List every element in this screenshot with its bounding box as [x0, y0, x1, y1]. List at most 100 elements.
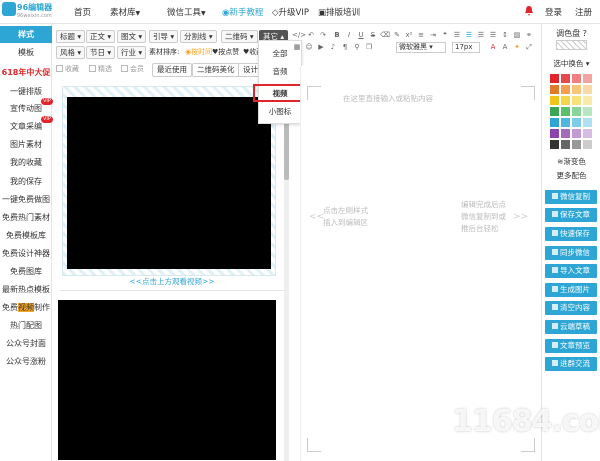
color-swatch[interactable]: [550, 96, 559, 105]
filter-title[interactable]: 标题 ▾: [56, 30, 86, 43]
copy-icon[interactable]: ❐: [364, 42, 374, 52]
video-icon[interactable]: ▶: [316, 42, 326, 52]
sidebar-item-free-video[interactable]: 免费视频制作: [0, 299, 52, 316]
nav-vip[interactable]: ◇升级VIP: [272, 6, 309, 18]
eraser-icon[interactable]: ⌫: [380, 30, 390, 40]
link-icon[interactable]: ⚭: [524, 30, 534, 40]
sort-by-likes[interactable]: ♥按点赞: [212, 46, 239, 59]
color-swatch[interactable]: [550, 74, 559, 83]
format-brush-icon[interactable]: ✎: [392, 30, 402, 40]
sidebar-item-cover[interactable]: 公众号封面: [0, 335, 52, 352]
magic-icon[interactable]: ✦: [512, 42, 522, 52]
nav-material[interactable]: 素材库▼: [110, 6, 140, 18]
bell-icon[interactable]: [524, 5, 534, 17]
recent-used-button[interactable]: 最近使用: [152, 63, 192, 77]
filter-body[interactable]: 正文 ▾: [86, 30, 116, 43]
color-swatch[interactable]: [561, 118, 570, 127]
gradient-toggle[interactable]: ≋渐变色: [542, 156, 600, 167]
nav-home[interactable]: 首页: [74, 6, 91, 18]
join-group-button[interactable]: 进群交流: [545, 357, 597, 371]
emoji-icon[interactable]: ☺: [304, 42, 314, 52]
video-player[interactable]: [67, 97, 271, 269]
color-swatch[interactable]: [572, 107, 581, 116]
redo-icon[interactable]: ↷: [318, 30, 328, 40]
article-preview-button[interactable]: 文章预览: [545, 339, 597, 353]
filter-style[interactable]: 风格 ▾: [56, 46, 86, 59]
more-colors-link[interactable]: 更多配色: [542, 170, 600, 181]
align-left-icon[interactable]: ☰: [452, 30, 462, 40]
qrcode-beautify-button[interactable]: 二维码美化: [192, 63, 240, 77]
color-swatch[interactable]: [572, 74, 581, 83]
underline-icon[interactable]: U: [356, 30, 366, 40]
quote-icon[interactable]: ❝: [440, 30, 450, 40]
color-swatch[interactable]: [561, 129, 570, 138]
align-right-icon[interactable]: ☰: [476, 30, 486, 40]
sidebar-item-article[interactable]: 文章采编 VIP: [0, 116, 53, 135]
color-swatch[interactable]: [550, 107, 559, 116]
login-link[interactable]: 登录: [545, 6, 562, 18]
sidebar-item-promo-gif[interactable]: 宣传动图 VIP: [0, 98, 53, 117]
nav-wechat-tools[interactable]: 微信工具▼: [167, 6, 206, 18]
superscript-icon[interactable]: x²: [404, 30, 414, 40]
sidebar-item-images[interactable]: 图片素材: [0, 136, 52, 153]
video-card[interactable]: [62, 86, 276, 276]
color-preview[interactable]: [556, 40, 587, 50]
sidebar-item-free-hot[interactable]: 免费热门素材: [0, 209, 52, 226]
color-swatch[interactable]: [550, 129, 559, 138]
filter-qrcode[interactable]: 二维码 ▾: [221, 30, 258, 43]
fullscreen-icon[interactable]: ⤢: [524, 42, 534, 52]
import-article-button[interactable]: 导入文章: [545, 264, 597, 278]
color-swatch[interactable]: [561, 107, 570, 116]
help-icon[interactable]: ?: [583, 29, 587, 38]
logo[interactable]: 96编辑器 96weixin.com: [2, 2, 52, 22]
generate-image-button[interactable]: 生成图片: [545, 283, 597, 297]
sidebar-item-latest-hot[interactable]: 最新热点模板: [0, 281, 52, 298]
check-member[interactable]: 会员: [121, 63, 144, 76]
bold-icon[interactable]: B: [332, 30, 342, 40]
sidebar-item-followers[interactable]: 公众号涨粉: [0, 353, 52, 370]
color-swatch[interactable]: [572, 129, 581, 138]
paragraph-icon[interactable]: ¶: [340, 42, 350, 52]
sidebar-item-free-template[interactable]: 免费模板库: [0, 227, 52, 244]
sidebar-item-saved[interactable]: 我的保存: [0, 173, 52, 190]
color-swatch[interactable]: [583, 74, 592, 83]
sync-wechat-button[interactable]: 同步微信: [545, 246, 597, 260]
nav-training[interactable]: ▣排版培训: [318, 6, 360, 18]
list-icon[interactable]: ≡: [416, 30, 426, 40]
check-favorites[interactable]: 收藏: [56, 63, 79, 76]
filter-industry[interactable]: 行业 ▾: [117, 46, 147, 59]
color-swatch[interactable]: [572, 118, 581, 127]
color-swatch[interactable]: [583, 129, 592, 138]
quick-save-button[interactable]: 快速保存: [545, 227, 597, 241]
filter-holiday[interactable]: 节日 ▾: [86, 46, 116, 59]
table-icon[interactable]: ▦: [292, 42, 302, 52]
dropdown-item-audio[interactable]: 音频: [259, 65, 301, 79]
font-family-select[interactable]: 微软雅黑 ▾: [396, 42, 446, 53]
color-swatch[interactable]: [583, 118, 592, 127]
color-swatch[interactable]: [583, 107, 592, 116]
cloud-draft-button[interactable]: 云端草稿: [545, 320, 597, 334]
dropdown-item-small-icon[interactable]: 小图标: [259, 105, 301, 119]
clear-content-button[interactable]: 清空内容: [545, 301, 597, 315]
sidebar-item-free-image[interactable]: 一键免费做图: [0, 191, 52, 208]
sidebar-item-free-gallery[interactable]: 免费图库: [0, 263, 52, 280]
font-color-icon[interactable]: A: [488, 42, 498, 52]
nav-tutorial[interactable]: ◉新手教程: [222, 6, 263, 18]
sidebar-item-free-design[interactable]: 免费设计神器: [0, 245, 52, 262]
sidebar-item-618[interactable]: 618年中大促: [0, 64, 52, 81]
color-swatch[interactable]: [583, 85, 592, 94]
html-icon[interactable]: </>: [292, 30, 306, 40]
italic-icon[interactable]: I: [344, 30, 354, 40]
wechat-copy-button[interactable]: 微信复制: [545, 190, 597, 204]
line-height-icon[interactable]: ↕: [500, 30, 510, 40]
check-featured[interactable]: 精选: [89, 63, 112, 76]
filter-guide[interactable]: 引导 ▾: [149, 30, 179, 43]
save-article-button[interactable]: 保存文章: [545, 208, 597, 222]
color-swatch[interactable]: [572, 85, 581, 94]
sort-by-time[interactable]: ◉按时间: [185, 46, 212, 59]
strikethrough-icon[interactable]: S: [368, 30, 378, 40]
filter-divider[interactable]: 分割线 ▾: [180, 30, 217, 43]
select-color-label[interactable]: 选中换色 ▾: [542, 58, 600, 69]
sidebar-item-style[interactable]: 样式: [0, 26, 52, 43]
color-swatch[interactable]: [572, 140, 581, 149]
